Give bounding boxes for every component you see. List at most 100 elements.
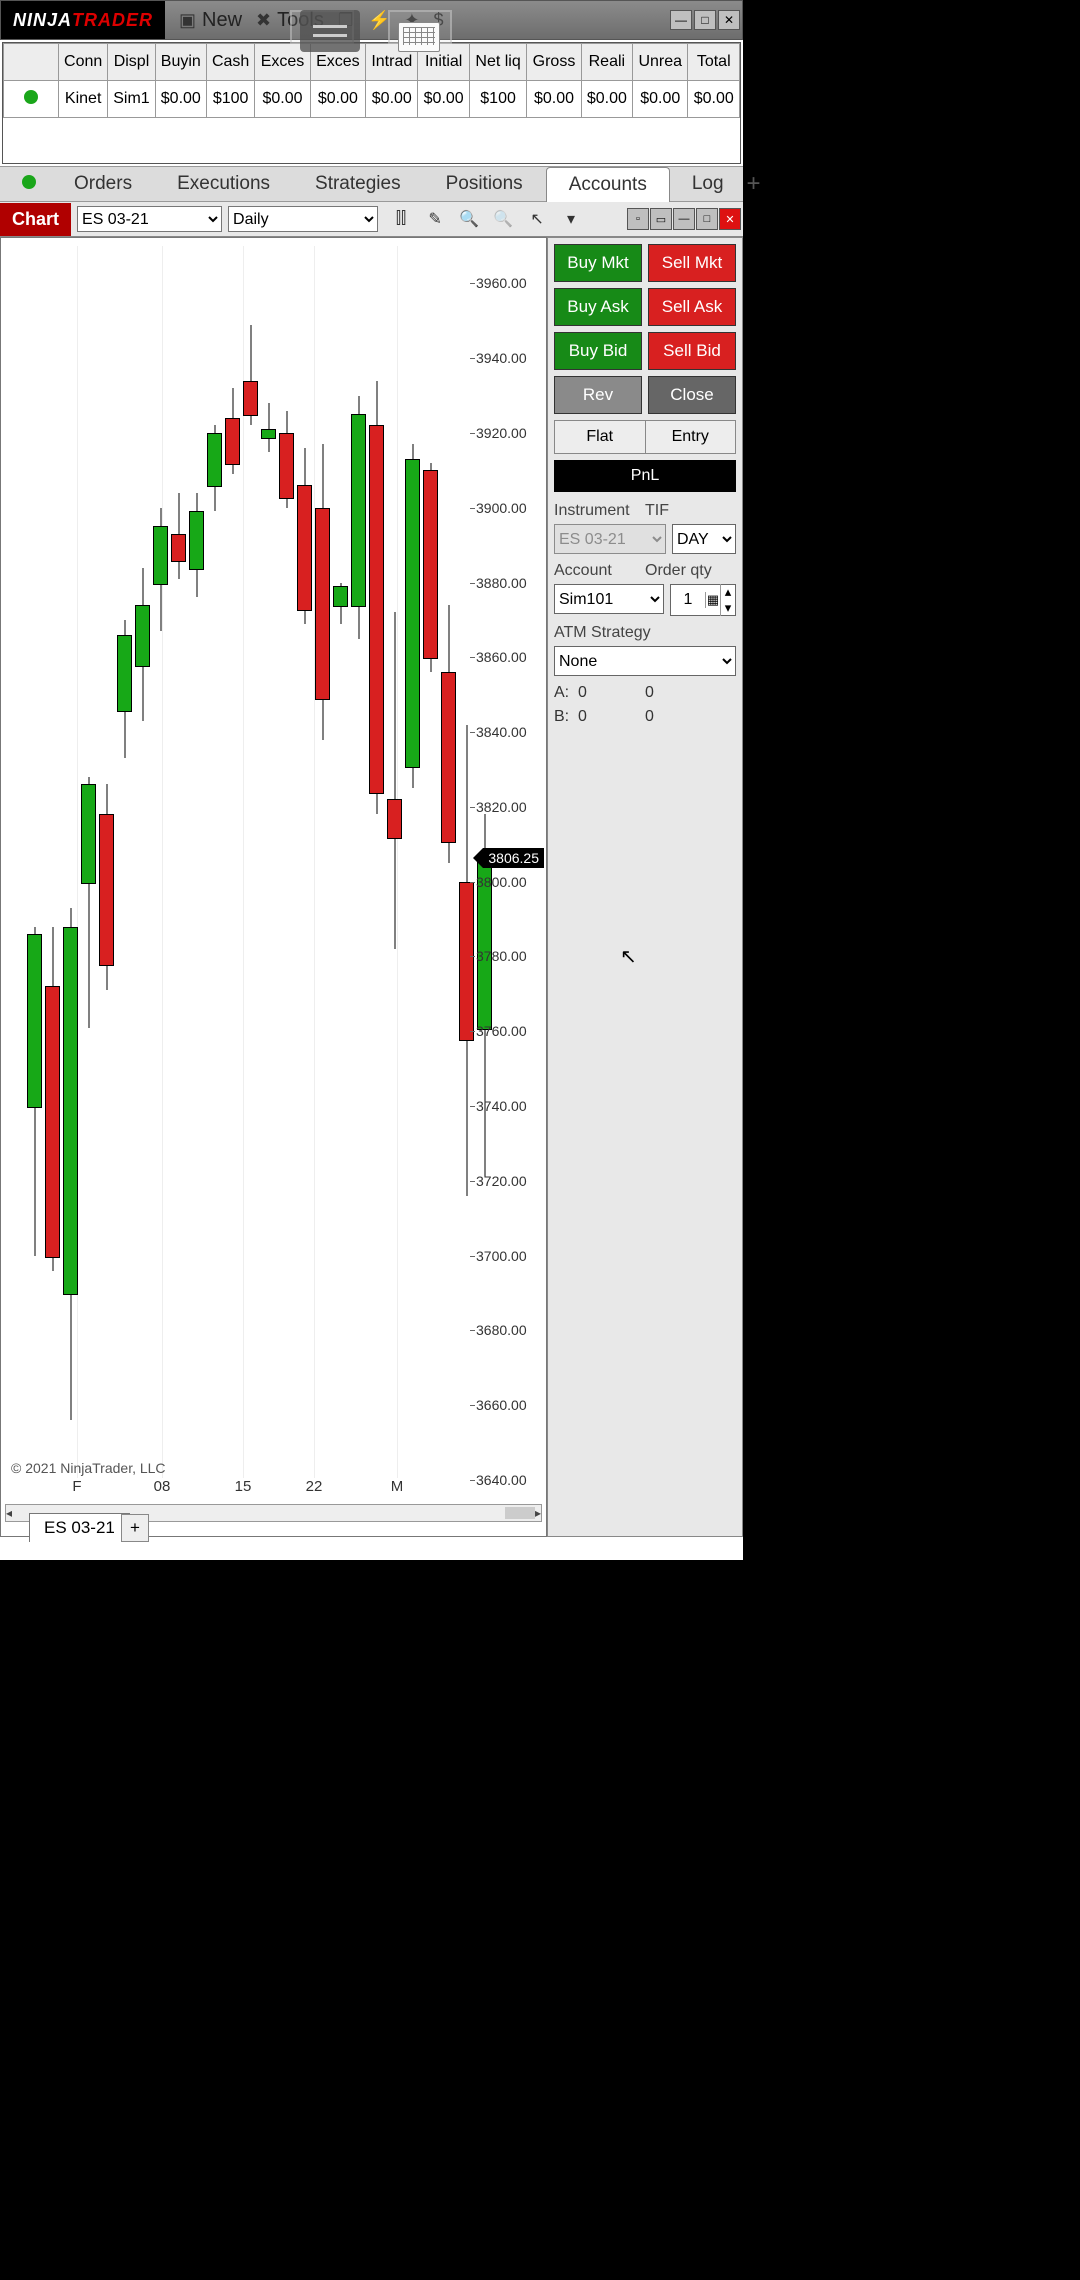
grid-header[interactable]: Net liq (469, 44, 526, 81)
sell-ask-button[interactable]: Sell Ask (648, 288, 736, 326)
grid-header[interactable]: Gross (527, 44, 581, 81)
y-tick: 3820.00 (476, 799, 527, 815)
y-tick: 3920.00 (476, 425, 527, 441)
qty-stepper[interactable]: ▦ ▴▾ (670, 584, 736, 616)
grid-header[interactable]: Unrea (633, 44, 688, 81)
y-tick: 3800.00 (476, 874, 527, 890)
grid-header[interactable]: Conn (59, 44, 108, 81)
y-tick: 3640.00 (476, 1472, 527, 1488)
grid-cell: Kinet (59, 81, 108, 118)
tab-log[interactable]: Log (670, 167, 747, 201)
rev-button[interactable]: Rev (554, 376, 642, 414)
symbol-select[interactable]: ES 03-21 (77, 206, 222, 232)
chart-tab-add[interactable]: + (121, 1514, 149, 1542)
buy-mkt-button[interactable]: Buy Mkt (554, 244, 642, 282)
grid-cell: $0.00 (255, 81, 310, 118)
zoom-out-icon[interactable]: 🔍 (492, 208, 514, 230)
status-dot-icon (24, 90, 38, 104)
grid-cell: $0.00 (633, 81, 688, 118)
sell-bid-button[interactable]: Sell Bid (648, 332, 736, 370)
window-close[interactable]: ✕ (718, 10, 740, 30)
price-flag: 3806.25 (483, 848, 544, 868)
grid-cell: $0.00 (310, 81, 365, 118)
window-maximize[interactable]: □ (694, 10, 716, 30)
grid-header[interactable]: Displ (108, 44, 155, 81)
accounts-grid: ConnDisplBuyinCashExcesExcesIntradInitia… (2, 42, 741, 164)
y-tick: 3960.00 (476, 275, 527, 291)
cursor-icon[interactable]: ↖ (526, 208, 548, 230)
menu-new[interactable]: ▣New (179, 9, 242, 32)
grid-cell: $100 (469, 81, 526, 118)
grid-cell: $0.00 (688, 81, 740, 118)
tabs-bar: Orders Executions Strategies Positions A… (0, 166, 743, 202)
drag-handle-icon[interactable] (300, 10, 360, 52)
grid-cell: $0.00 (418, 81, 469, 118)
new-icon: ▣ (179, 10, 196, 31)
tab-accounts[interactable]: Accounts (546, 167, 670, 202)
sell-mkt-button[interactable]: Sell Mkt (648, 244, 736, 282)
qty-input[interactable] (671, 590, 705, 610)
titlebar: NINJATRADER ▣New ✖Tools ❐ ⚡ ✦ $ — □ ✕ (0, 0, 743, 40)
grid-header[interactable]: Buyin (155, 44, 206, 81)
tab-strategies[interactable]: Strategies (293, 167, 424, 201)
chart-restore[interactable]: ▭ (650, 208, 672, 230)
grid-cell: $0.00 (366, 81, 418, 118)
y-tick: 3940.00 (476, 350, 527, 366)
grid-cell: $0.00 (155, 81, 206, 118)
tab-positions[interactable]: Positions (424, 167, 546, 201)
x-tick: 08 (154, 1478, 171, 1495)
gridline (243, 246, 244, 1478)
tab-executions[interactable]: Executions (155, 167, 293, 201)
chart-min[interactable]: — (673, 208, 695, 230)
y-tick: 3760.00 (476, 1023, 527, 1039)
chart-area[interactable]: 3960.003940.003920.003900.003880.003860.… (0, 237, 547, 1537)
draw-icon[interactable]: ✎ (424, 208, 446, 230)
qty-spinner-icon[interactable]: ▴▾ (720, 584, 735, 616)
gridline (314, 246, 315, 1478)
chart-pin[interactable]: ▫ (627, 208, 649, 230)
atm-label: ATM Strategy (554, 624, 736, 642)
chart-tab[interactable]: ES 03-21 (29, 1513, 130, 1542)
buy-bid-button[interactable]: Buy Bid (554, 332, 642, 370)
interval-select[interactable]: Daily (228, 206, 378, 232)
y-tick: 3860.00 (476, 649, 527, 665)
flat-button[interactable]: Flat (555, 421, 646, 453)
grid-cell (4, 81, 59, 118)
qty-label: Order qty (645, 562, 736, 580)
tif-label: TIF (645, 502, 736, 520)
tab-orders[interactable]: Orders (52, 167, 155, 201)
grid-header[interactable]: Total (688, 44, 740, 81)
instrument-select[interactable]: ES 03-21 (554, 524, 666, 554)
buy-ask-button[interactable]: Buy Ask (554, 288, 642, 326)
grid-cell: $100 (206, 81, 254, 118)
chart-max[interactable]: □ (696, 208, 718, 230)
connection-dot-icon (22, 175, 36, 189)
grid-header[interactable]: Cash (206, 44, 254, 81)
chart-close[interactable]: ✕ (719, 208, 741, 230)
entry-button[interactable]: Entry (646, 421, 736, 453)
account-label: Account (554, 562, 645, 580)
y-tick: 3680.00 (476, 1322, 527, 1338)
x-tick: 15 (235, 1478, 252, 1495)
order-panel: Buy Mkt Sell Mkt Buy Ask Sell Ask Buy Bi… (547, 237, 743, 1537)
tif-select[interactable]: DAY (672, 524, 736, 554)
grid-cell: Sim1 (108, 81, 155, 118)
tab-add-button[interactable]: + (747, 170, 761, 198)
atm-select[interactable]: None (554, 646, 736, 676)
close-button[interactable]: Close (648, 376, 736, 414)
y-tick: 3660.00 (476, 1397, 527, 1413)
grid-header[interactable]: Reali (581, 44, 632, 81)
account-select[interactable]: Sim101 (554, 584, 664, 614)
zoom-in-icon[interactable]: 🔍 (458, 208, 480, 230)
instrument-label: Instrument (554, 502, 645, 520)
bars-icon[interactable]: ⫿⫿ (390, 208, 412, 230)
y-tick: 3900.00 (476, 500, 527, 516)
window-minimize[interactable]: — (670, 10, 692, 30)
dropdown-icon[interactable]: ▾ (560, 208, 582, 230)
y-tick: 3740.00 (476, 1098, 527, 1114)
x-tick: F (72, 1478, 81, 1495)
qty-grid-icon[interactable]: ▦ (705, 592, 720, 608)
x-tick: 22 (306, 1478, 323, 1495)
grid-header[interactable] (4, 44, 59, 81)
keyboard-icon[interactable] (398, 22, 440, 52)
